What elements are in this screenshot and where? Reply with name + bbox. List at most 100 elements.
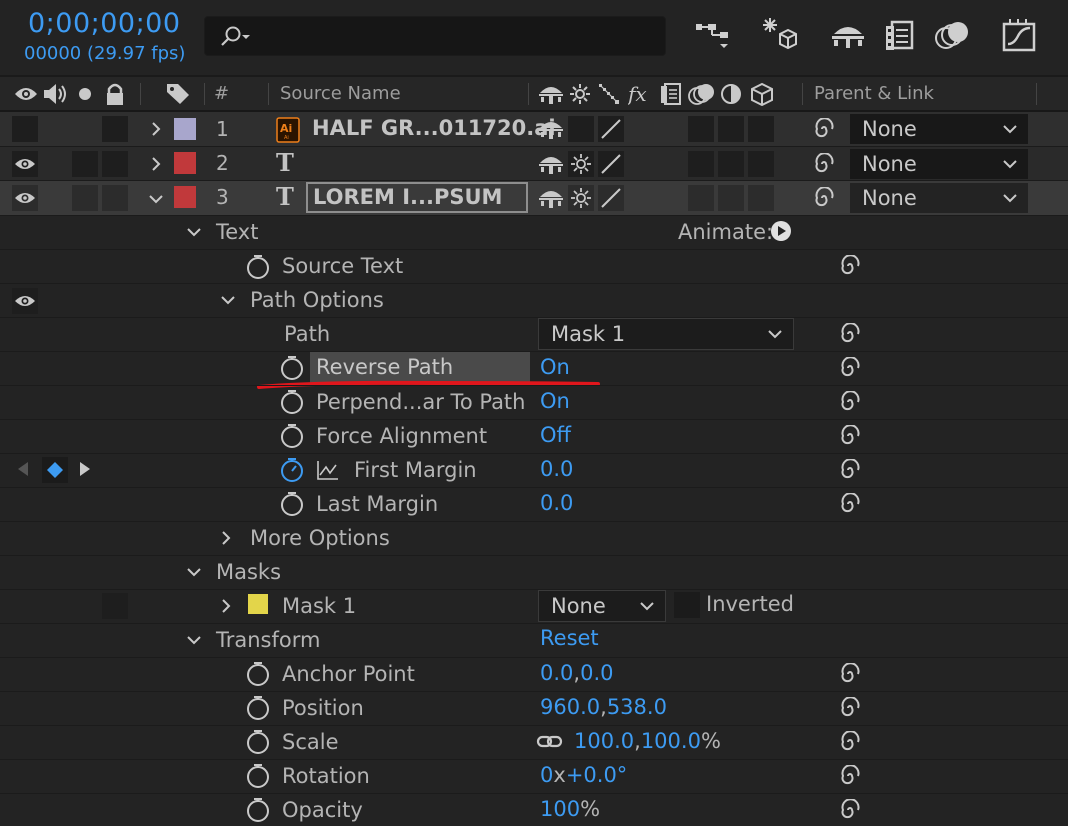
collapse-chevron-icon[interactable] (186, 226, 202, 238)
force-alignment-value[interactable]: Off (540, 423, 571, 447)
expand-chevron-icon[interactable] (150, 156, 162, 172)
solo-switch[interactable] (72, 151, 98, 177)
adjustment-switch[interactable] (718, 185, 744, 211)
lock-icon[interactable] (104, 82, 126, 106)
solo-dot-icon[interactable] (78, 87, 92, 101)
path-dropdown[interactable]: Mask 1 (538, 318, 794, 350)
pick-whip-icon[interactable] (838, 493, 862, 515)
pick-whip-icon[interactable] (838, 697, 862, 719)
scale-x[interactable]: 100.0 (574, 729, 634, 753)
opacity-value[interactable]: 100% (540, 797, 600, 821)
graph-icon[interactable] (316, 459, 340, 481)
current-time-display[interactable]: 0;00;00;00 (28, 8, 181, 39)
motion-blur-switch[interactable] (688, 185, 714, 211)
collapse-switch[interactable] (568, 185, 594, 211)
next-keyframe-icon[interactable] (78, 460, 92, 478)
reverse-path-value[interactable]: On (540, 355, 570, 379)
collapse-switch[interactable] (568, 151, 594, 177)
collapse-chevron-icon[interactable] (220, 294, 236, 306)
keyframe-box[interactable] (42, 457, 68, 483)
scale-value[interactable]: 100.0,100.0% (574, 729, 721, 753)
play-circle-icon[interactable] (770, 220, 792, 242)
pick-whip-icon[interactable] (838, 255, 862, 277)
stopwatch-icon[interactable] (280, 389, 304, 415)
stopwatch-icon[interactable] (246, 763, 270, 789)
quality-switch[interactable] (598, 185, 624, 211)
pick-whip-icon[interactable] (812, 187, 836, 209)
3d-switch[interactable] (748, 185, 774, 211)
motion-blur-switch[interactable] (688, 151, 714, 177)
pick-whip-icon[interactable] (838, 765, 862, 787)
layer-name-edit-box[interactable]: LOREM I...PSUM (306, 182, 528, 213)
collapse-chevron-icon[interactable] (148, 193, 164, 205)
inverted-checkbox[interactable] (674, 592, 700, 618)
mask-mode-dropdown[interactable]: None (538, 590, 666, 622)
layer-name[interactable]: LOREM I...PSUM (313, 185, 502, 209)
label-color-swatch[interactable] (174, 152, 196, 174)
pick-whip-icon[interactable] (838, 731, 862, 753)
lock-switch[interactable] (102, 116, 128, 142)
pick-whip-icon[interactable] (838, 799, 862, 821)
pick-whip-icon[interactable] (838, 357, 862, 379)
frame-blending-icon[interactable] (884, 20, 916, 52)
video-switch[interactable] (12, 151, 38, 177)
layer-row[interactable]: 1 Ai Ai HALF GR...011720.ai None (0, 112, 1068, 146)
quality-switch[interactable] (598, 151, 624, 177)
constrain-link-icon[interactable] (536, 733, 564, 751)
rotation-turns[interactable]: 0 (540, 763, 553, 787)
pick-whip-icon[interactable] (838, 663, 862, 685)
rotation-value[interactable]: 0x+0.0° (540, 763, 627, 787)
expand-chevron-icon[interactable] (150, 121, 162, 137)
motion-blur-switch[interactable] (688, 116, 714, 142)
adjustment-switch[interactable] (718, 116, 744, 142)
stopwatch-icon[interactable] (246, 729, 270, 755)
search-input[interactable] (204, 16, 666, 56)
parent-dropdown[interactable]: None (850, 183, 1028, 213)
mask-color-swatch[interactable] (248, 594, 268, 614)
animate-menu-label[interactable]: Animate: (678, 220, 773, 244)
last-margin-value[interactable]: 0.0 (540, 491, 573, 515)
first-margin-value[interactable]: 0.0 (540, 457, 573, 481)
source-name-header[interactable]: Source Name (280, 83, 401, 104)
parent-dropdown[interactable]: None (850, 149, 1028, 179)
stopwatch-icon[interactable] (246, 695, 270, 721)
reset-link[interactable]: Reset (540, 626, 599, 650)
parent-link-header[interactable]: Parent & Link (814, 83, 934, 104)
rotation-degrees[interactable]: +0.0° (566, 763, 628, 787)
label-tag-icon[interactable] (166, 83, 190, 105)
layer-row-selected[interactable]: 3 T LOREM I...PSUM None (0, 181, 1068, 215)
anchor-x[interactable]: 0.0 (540, 661, 573, 685)
shy-switch-icon[interactable] (538, 153, 564, 175)
stopwatch-icon[interactable] (246, 661, 270, 687)
video-switch[interactable] (12, 116, 38, 142)
stopwatch-icon[interactable] (280, 491, 304, 517)
stopwatch-icon[interactable] (280, 423, 304, 449)
pick-whip-icon[interactable] (812, 118, 836, 140)
3d-switch[interactable] (748, 116, 774, 142)
expand-chevron-icon[interactable] (220, 530, 232, 546)
motion-blur-icon[interactable] (934, 20, 972, 52)
pick-whip-icon[interactable] (838, 323, 862, 345)
position-value[interactable]: 960.0,538.0 (540, 695, 667, 719)
label-color-swatch[interactable] (174, 118, 196, 140)
layer-name[interactable]: HALF GR...011720.ai (312, 116, 556, 140)
collapse-switch[interactable] (568, 116, 594, 142)
shy-switch-icon[interactable] (538, 118, 564, 140)
lock-switch[interactable] (102, 185, 128, 211)
scale-y[interactable]: 100.0 (641, 729, 701, 753)
pick-whip-icon[interactable] (838, 459, 862, 481)
collapse-chevron-icon[interactable] (186, 634, 202, 646)
pick-whip-icon[interactable] (838, 391, 862, 413)
anchor-point-value[interactable]: 0.0,0.0 (540, 661, 614, 685)
opacity-number[interactable]: 100 (540, 797, 580, 821)
stopwatch-active-icon[interactable] (280, 457, 304, 483)
video-switch[interactable] (12, 185, 38, 211)
shy-switch-icon[interactable] (538, 187, 564, 209)
stopwatch-icon[interactable] (246, 797, 270, 823)
position-y[interactable]: 538.0 (607, 695, 667, 719)
adjustment-switch[interactable] (718, 151, 744, 177)
draft-3d-icon[interactable] (760, 16, 800, 54)
label-color-swatch[interactable] (174, 186, 196, 208)
composition-flowchart-icon[interactable] (694, 20, 734, 52)
perpendicular-value[interactable]: On (540, 389, 570, 413)
